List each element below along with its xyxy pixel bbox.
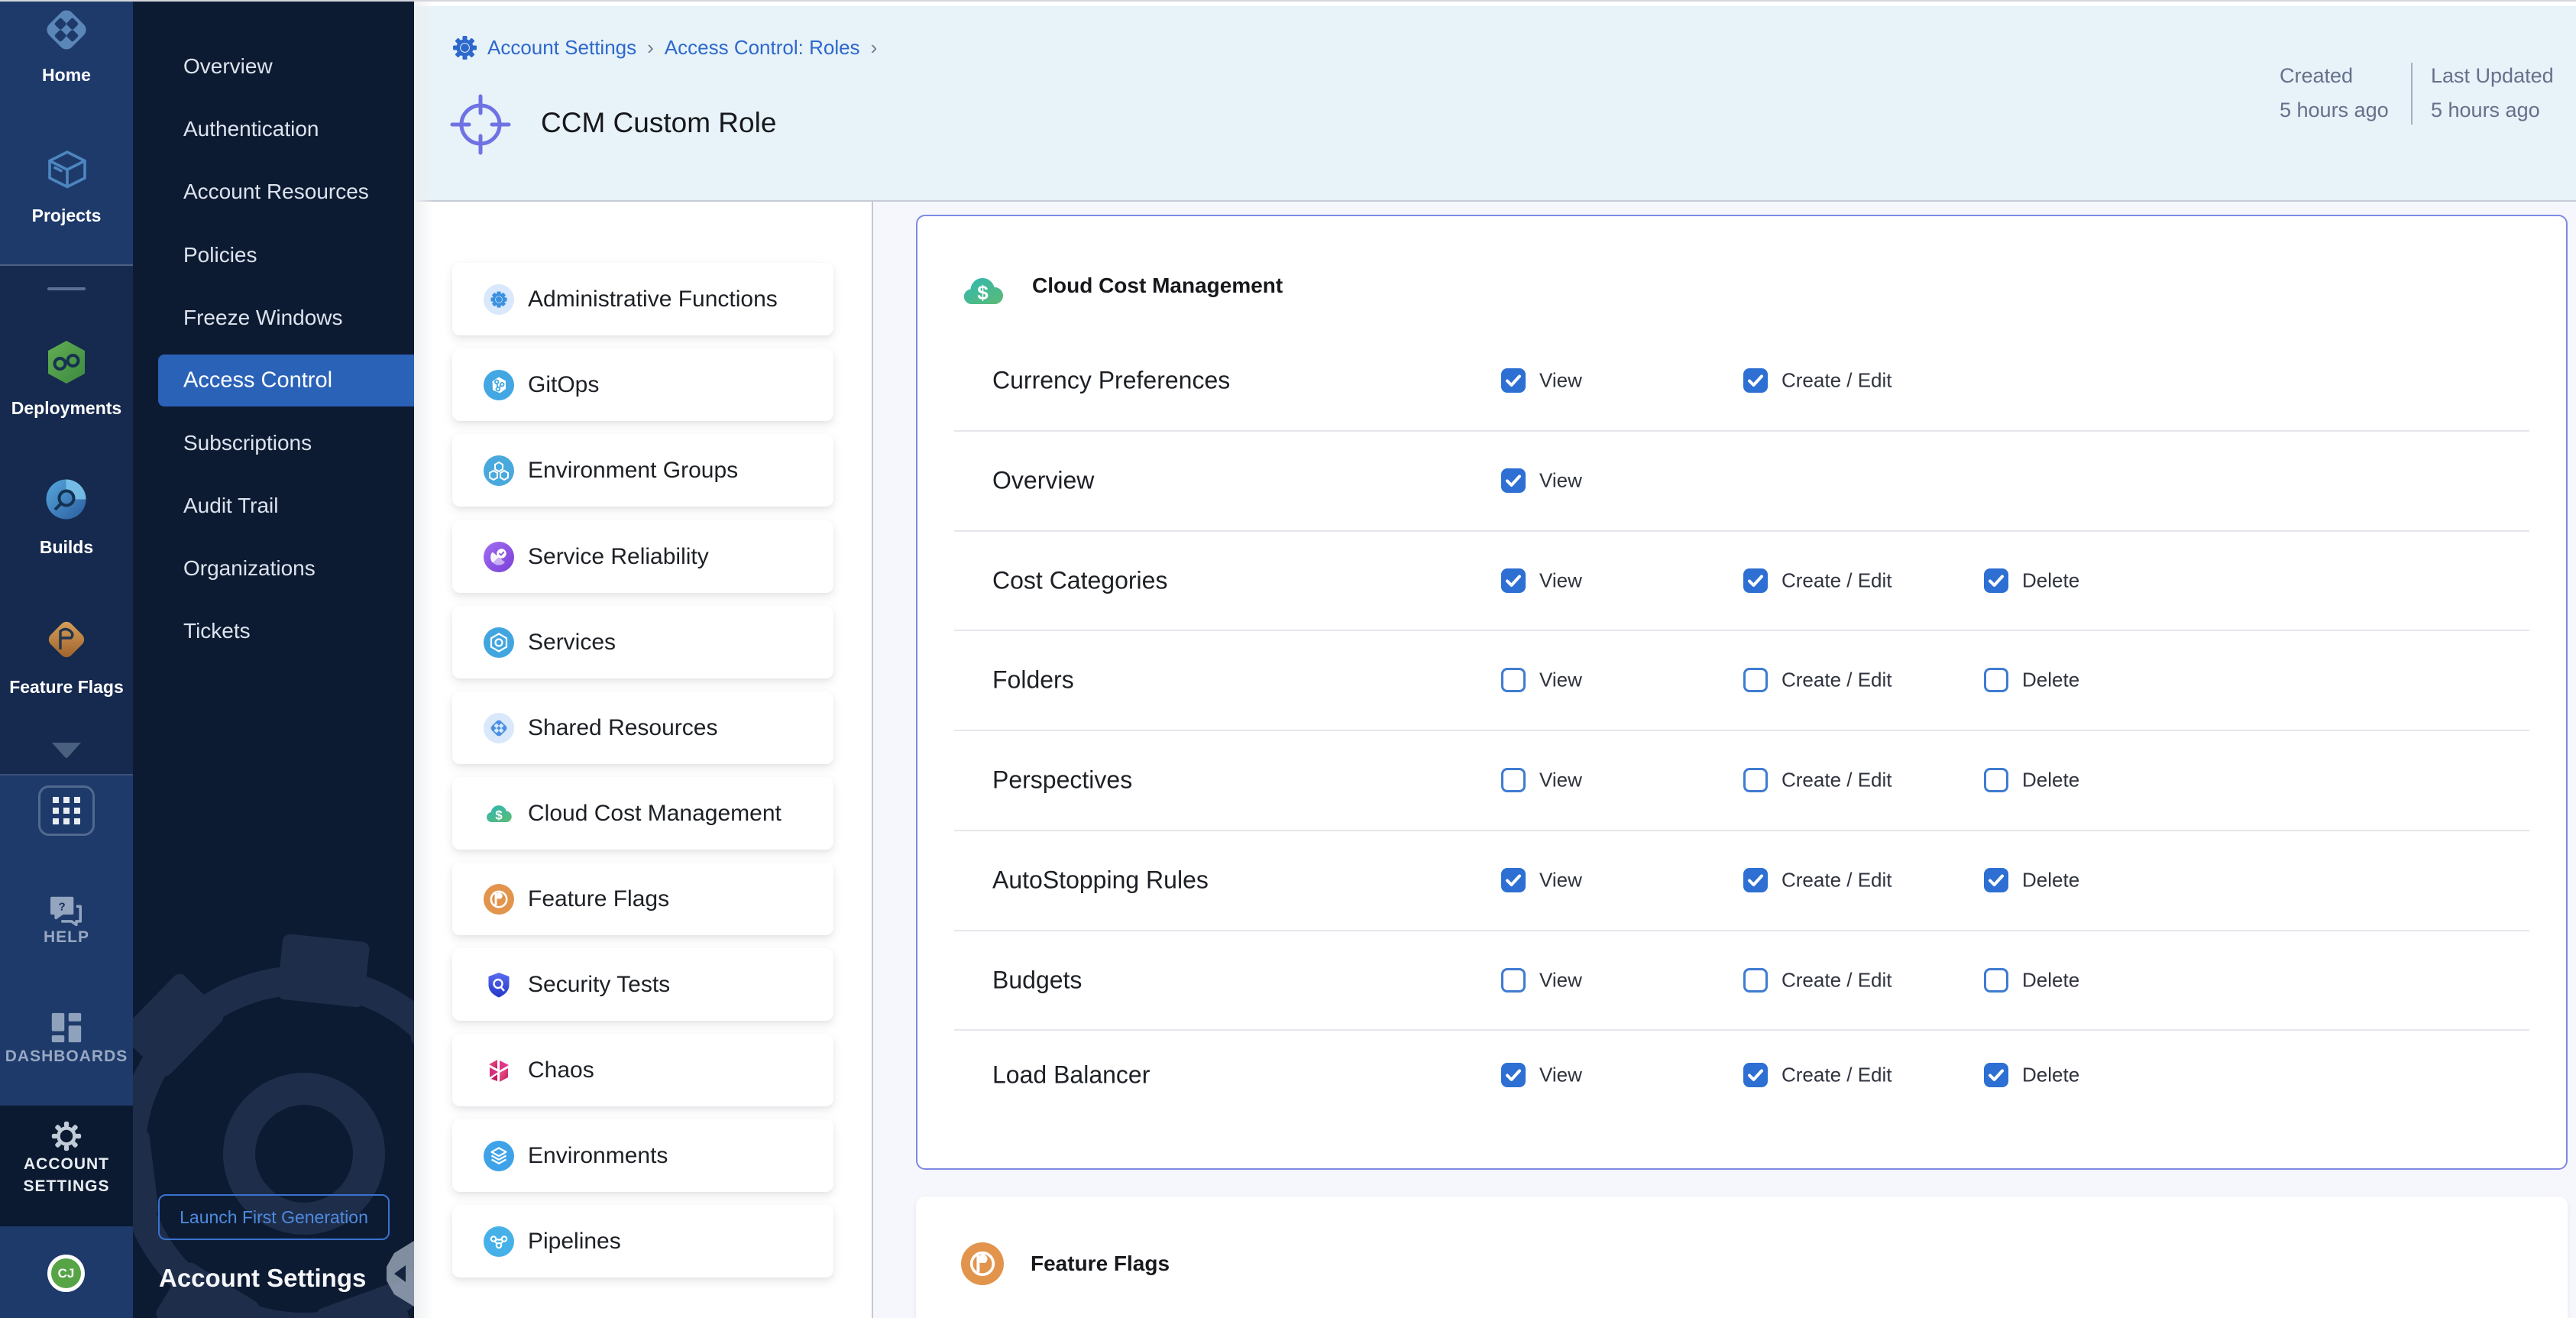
svg-text:$: $ <box>495 808 503 822</box>
svg-text:?: ? <box>59 901 66 914</box>
svg-text:$: $ <box>977 281 989 304</box>
